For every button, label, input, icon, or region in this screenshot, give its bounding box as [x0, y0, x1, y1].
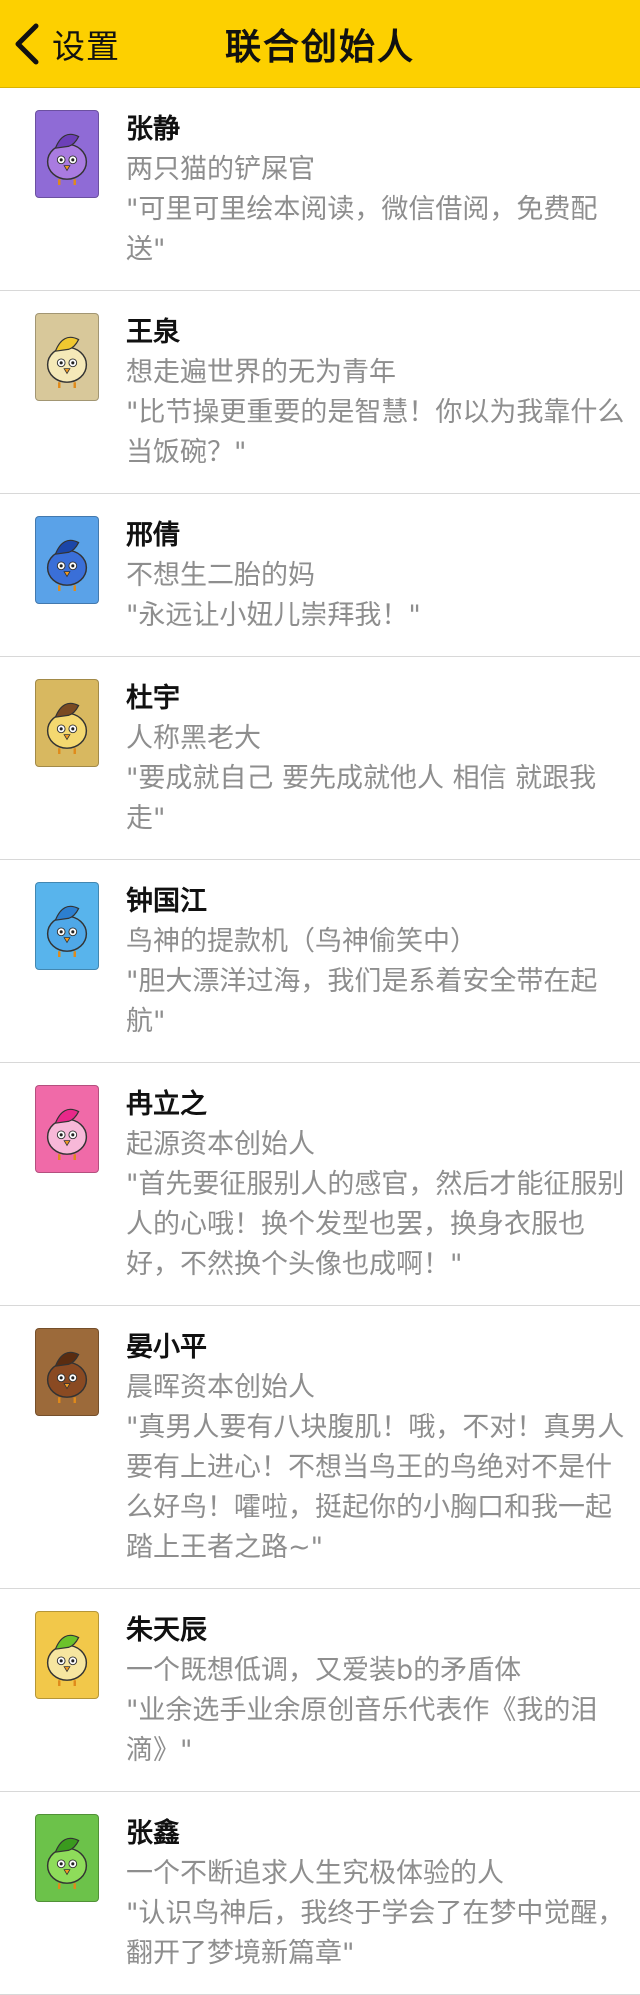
founder-quote: "永远让小妞儿崇拜我！"	[126, 600, 421, 631]
avatar	[35, 882, 99, 970]
founder-quote: "认识鸟神后，我终于学会了在梦中觉醒，翻开了梦境新篇章"	[126, 1898, 625, 1969]
founder-item: 晏小平晨晖资本创始人 "真男人要有八块腹肌！哦，不对！真男人要有上进心！不想当鸟王…	[0, 1306, 640, 1589]
founder-name: 杜宇	[126, 683, 180, 714]
avatar	[35, 1085, 99, 1173]
bird-avatar-icon	[46, 702, 88, 754]
navigation-bar: 设置 联合创始人	[0, 0, 640, 88]
avatar	[35, 1328, 99, 1416]
avatar	[35, 1814, 99, 1902]
avatar	[35, 679, 99, 767]
avatar	[35, 313, 99, 401]
founder-name: 张静	[126, 114, 180, 145]
founder-title: 一个既想低调，又爱装b的矛盾体	[126, 1655, 522, 1686]
founder-quote: "可里可里绘本阅读，微信借阅，免费配送"	[126, 194, 598, 265]
founder-title: 鸟神的提款机（鸟神偷笑中）	[126, 926, 477, 957]
founder-quote: "比节操更重要的是智慧！你以为我靠什么当饭碗？"	[126, 397, 625, 468]
avatar	[35, 110, 99, 198]
founder-title: 人称黑老大	[126, 723, 261, 754]
founder-item: 王泉想走遍世界的无为青年 "比节操更重要的是智慧！你以为我靠什么当饭碗？"	[0, 291, 640, 494]
founder-item: 冉立之起源资本创始人 "首先要征服别人的感官，然后才能征服别人的心哦！换个发型也罢…	[0, 1063, 640, 1306]
bird-avatar-icon	[46, 336, 88, 388]
bird-avatar-icon	[46, 905, 88, 957]
founder-title: 想走遍世界的无为青年	[126, 357, 396, 388]
founder-quote: "胆大漂洋过海，我们是系着安全带在起航"	[126, 966, 598, 1037]
bird-avatar-icon	[46, 1108, 88, 1160]
founder-title: 一个不断追求人生究极体验的人	[126, 1858, 504, 1889]
founder-name: 晏小平	[126, 1332, 207, 1363]
founder-name: 冉立之	[126, 1089, 207, 1120]
founder-list: 张静两只猫的铲屎官 "可里可里绘本阅读，微信借阅，免费配送" 王泉想走遍世界的无为青…	[0, 88, 640, 1995]
founder-name: 王泉	[126, 317, 180, 348]
founder-name: 朱天辰	[126, 1615, 207, 1646]
founder-quote: "真男人要有八块腹肌！哦，不对！真男人要有上进心！不想当鸟王的鸟绝对不是什么好鸟…	[126, 1412, 625, 1563]
founder-item: 邢倩不想生二胎的妈 "永远让小妞儿崇拜我！"	[0, 494, 640, 657]
founder-name: 钟国江	[126, 886, 207, 917]
founder-title: 不想生二胎的妈	[126, 560, 315, 591]
founder-quote: "业余选手业余原创音乐代表作《我的泪滴》"	[126, 1695, 598, 1766]
page-title: 联合创始人	[224, 27, 415, 68]
founder-title: 起源资本创始人	[126, 1129, 315, 1160]
avatar	[35, 516, 99, 604]
founder-item: 张静两只猫的铲屎官 "可里可里绘本阅读，微信借阅，免费配送"	[0, 88, 640, 291]
bird-avatar-icon	[46, 1634, 88, 1686]
bird-avatar-icon	[46, 1351, 88, 1403]
founder-title: 晨晖资本创始人	[126, 1372, 315, 1403]
founder-name: 张鑫	[126, 1818, 180, 1849]
bird-avatar-icon	[46, 133, 88, 185]
avatar	[35, 1611, 99, 1699]
founder-title: 两只猫的铲屎官	[126, 154, 315, 185]
founder-item: 杜宇人称黑老大 "要成就自己 要先成就他人 相信 就跟我走"	[0, 657, 640, 860]
founder-name: 邢倩	[126, 520, 180, 551]
bird-avatar-icon	[46, 1837, 88, 1889]
founder-item: 钟国江鸟神的提款机（鸟神偷笑中） "胆大漂洋过海，我们是系着安全带在起航"	[0, 860, 640, 1063]
founder-item: 张鑫一个不断追求人生究极体验的人 "认识鸟神后，我终于学会了在梦中觉醒，翻开了梦境…	[0, 1792, 640, 1995]
bird-avatar-icon	[46, 539, 88, 591]
founder-quote: "首先要征服别人的感官，然后才能征服别人的心哦！换个发型也罢，换身衣服也好，不然…	[126, 1169, 625, 1280]
founder-item: 朱天辰一个既想低调，又爱装b的矛盾体 "业余选手业余原创音乐代表作《我的泪滴》"	[0, 1589, 640, 1792]
founder-quote: "要成就自己 要先成就他人 相信 就跟我走"	[126, 763, 597, 834]
